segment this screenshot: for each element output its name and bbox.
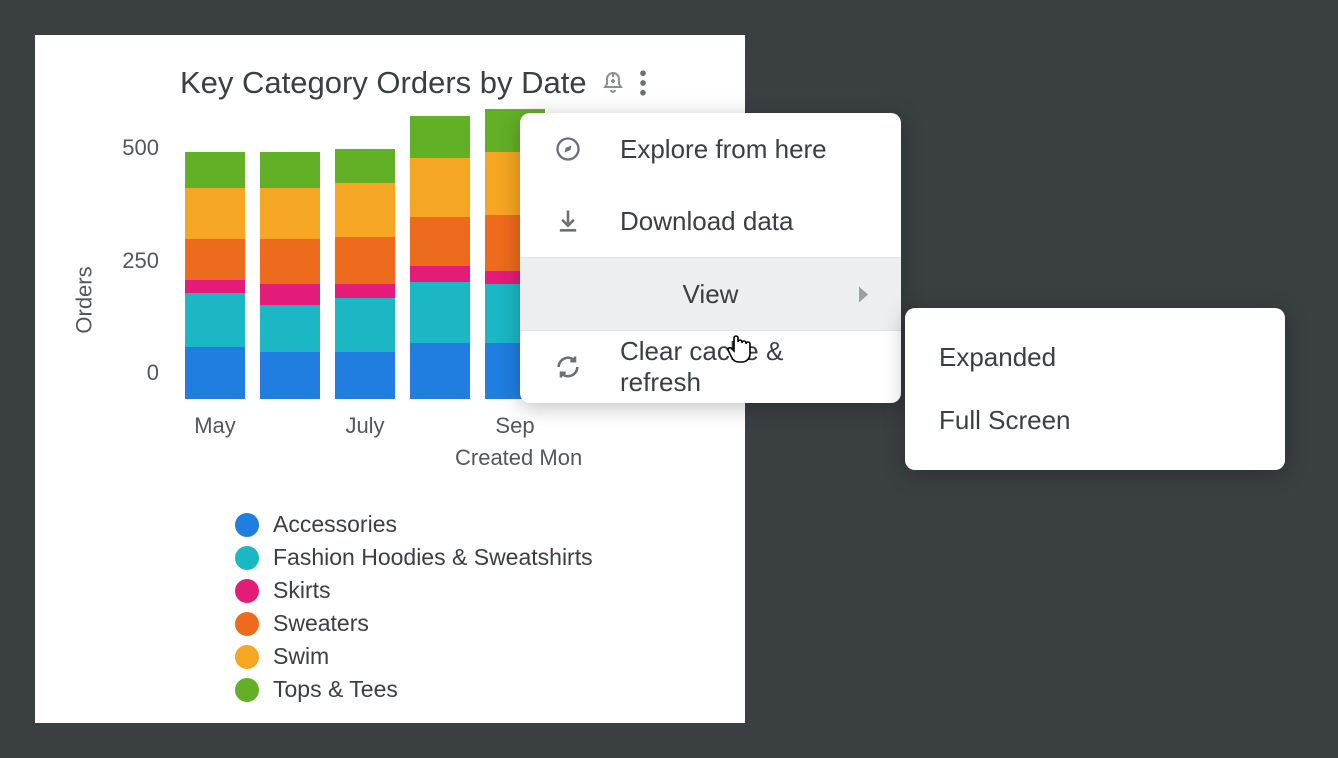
bar-segment [260, 305, 320, 352]
legend-label: Sweaters [273, 610, 369, 637]
bar-segment [185, 347, 245, 399]
bar-segment [410, 217, 470, 267]
y-tick: 0 [147, 360, 159, 386]
bar[interactable] [185, 152, 245, 400]
bar-segment [185, 293, 245, 347]
tile-menu: Explore from here Download data View Cle… [520, 113, 901, 403]
y-axis-label: Orders [72, 266, 98, 333]
x-tick: July [335, 413, 395, 441]
legend-swatch [235, 546, 259, 570]
submenu-item-fullscreen[interactable]: Full Screen [905, 389, 1285, 452]
x-tick: May [185, 413, 245, 441]
menu-item-label: Explore from here [620, 134, 827, 165]
bar-segment [260, 152, 320, 188]
bar[interactable] [260, 152, 320, 400]
legend-label: Tops & Tees [273, 676, 398, 703]
y-axis-label-col: Orders [65, 129, 105, 471]
refresh-icon [554, 353, 582, 381]
kebab-menu-icon[interactable] [639, 70, 647, 96]
bar-segment [335, 149, 395, 183]
bar-segment [410, 282, 470, 343]
legend-swatch [235, 645, 259, 669]
menu-item-label: View [683, 279, 739, 310]
legend-item[interactable]: Sweaters [235, 610, 715, 637]
x-axis-label: Created Mon [165, 445, 715, 471]
bar[interactable] [335, 149, 395, 399]
bar[interactable] [410, 116, 470, 400]
title-row: Key Category Orders by Date [180, 65, 715, 101]
bar-segment [335, 237, 395, 284]
bar-segment [410, 266, 470, 282]
menu-item-label: Clear cache & refresh [620, 336, 867, 398]
download-icon [554, 207, 582, 235]
bar-segment [410, 343, 470, 399]
chart-legend: Accessories Fashion Hoodies & Sweatshirts… [235, 511, 715, 703]
y-tick: 250 [122, 248, 159, 274]
bar-segment [410, 116, 470, 159]
y-tick: 500 [122, 135, 159, 161]
legend-label: Skirts [273, 577, 331, 604]
menu-item-explore[interactable]: Explore from here [520, 113, 901, 185]
menu-item-view[interactable]: View [520, 258, 901, 330]
x-tick: Sep [485, 413, 545, 441]
legend-label: Fashion Hoodies & Sweatshirts [273, 544, 593, 571]
bar-segment [260, 188, 320, 240]
chevron-right-icon [857, 279, 871, 310]
legend-label: Swim [273, 643, 329, 670]
bar-segment [185, 188, 245, 240]
legend-item[interactable]: Fashion Hoodies & Sweatshirts [235, 544, 715, 571]
bar-segment [335, 284, 395, 298]
bar-segment [335, 298, 395, 352]
legend-swatch [235, 612, 259, 636]
legend-item[interactable]: Swim [235, 643, 715, 670]
menu-item-label: Download data [620, 206, 793, 237]
bar-segment [260, 352, 320, 399]
legend-item[interactable]: Tops & Tees [235, 676, 715, 703]
bar-segment [260, 284, 320, 304]
compass-icon [554, 135, 582, 163]
bar-segment [335, 183, 395, 237]
submenu-item-expanded[interactable]: Expanded [905, 326, 1285, 389]
bar-segment [185, 239, 245, 280]
legend-item[interactable]: Skirts [235, 577, 715, 604]
menu-item-clear-cache[interactable]: Clear cache & refresh [520, 331, 901, 403]
x-axis-ticks: May July Sep [165, 413, 715, 441]
menu-item-download[interactable]: Download data [520, 185, 901, 257]
bar-segment [260, 239, 320, 284]
legend-swatch [235, 513, 259, 537]
bar-segment [185, 152, 245, 188]
view-submenu: Expanded Full Screen [905, 308, 1285, 470]
chart-title: Key Category Orders by Date [180, 65, 587, 101]
bar-segment [335, 352, 395, 399]
legend-label: Accessories [273, 511, 397, 538]
y-axis-ticks: 0 250 500 [105, 129, 165, 399]
bar-segment [185, 280, 245, 294]
legend-swatch [235, 579, 259, 603]
bell-icon[interactable] [601, 71, 625, 95]
bar-segment [410, 158, 470, 217]
legend-item[interactable]: Accessories [235, 511, 715, 538]
legend-swatch [235, 678, 259, 702]
